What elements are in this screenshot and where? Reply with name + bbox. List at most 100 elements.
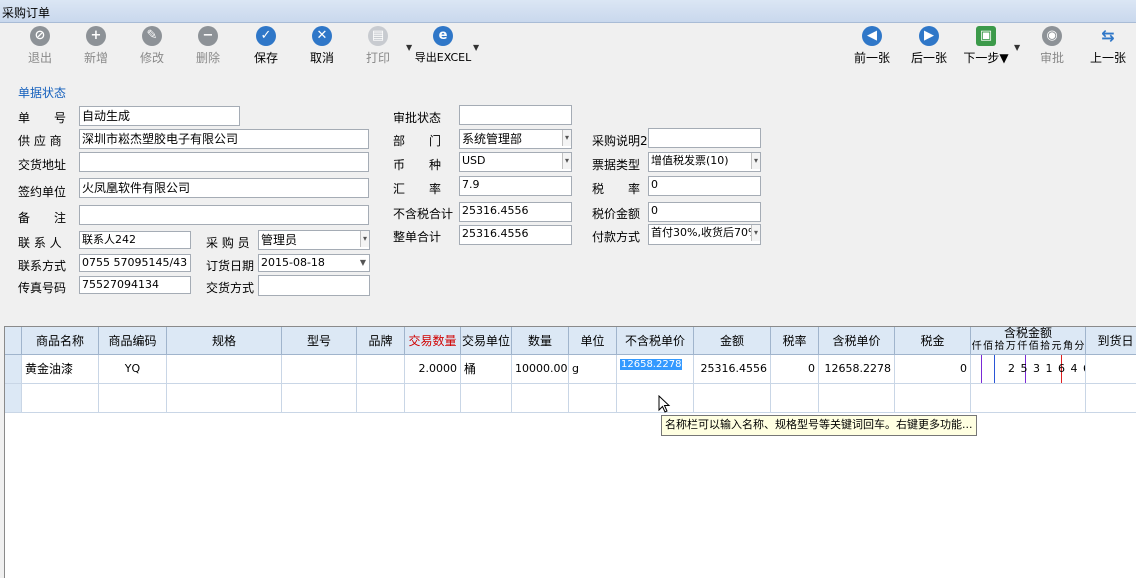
sign-unit-input[interactable]: 火凤凰软件有限公司 <box>79 178 369 198</box>
col-header-unit-price[interactable]: 不含税单价 <box>617 327 694 355</box>
fax-input[interactable]: 75527094134 <box>79 276 191 294</box>
purchase-note-label: 采购说明2 <box>592 134 648 148</box>
cell-empty[interactable] <box>617 384 694 413</box>
exit-button[interactable]: ⊘ 退出 <box>14 26 66 68</box>
edit-button[interactable]: ✎ 修改 <box>126 26 178 68</box>
cell-unit-price[interactable]: 12658.2278 <box>617 355 694 384</box>
arrow-right-icon: ▶ <box>919 26 939 46</box>
cell-empty[interactable] <box>405 384 461 413</box>
cell-tax-amount[interactable]: 2 5 3 1 6 4 6 <box>971 355 1086 384</box>
order-date-value: 2015-08-18 <box>261 256 325 269</box>
cell-empty[interactable] <box>771 384 819 413</box>
cell-name[interactable]: 黄金油漆 <box>22 355 99 384</box>
cell-trade-qty[interactable]: 2.0000 <box>405 355 461 384</box>
col-header-model[interactable]: 型号 <box>282 327 357 355</box>
digit-divider <box>994 355 995 383</box>
supplier-input[interactable]: 深圳市崧杰塑胶电子有限公司 <box>79 129 369 149</box>
col-header-tax[interactable]: 税金 <box>895 327 971 355</box>
col-header-code[interactable]: 商品编码 <box>99 327 167 355</box>
col-header-amount[interactable]: 金额 <box>694 327 771 355</box>
approve-button[interactable]: ◉ 审批 <box>1026 26 1078 68</box>
contact-method-input[interactable]: 0755 57095145/43 <box>79 254 191 272</box>
buyer-select[interactable]: 管理员 ▾ <box>258 230 370 250</box>
approve-status-input[interactable] <box>459 105 572 125</box>
col-header-tax-amount[interactable]: 含税金额 仟佰拾万仟佰拾元角分 <box>971 327 1086 355</box>
currency-select[interactable]: USD ▾ <box>459 152 572 172</box>
cell-empty[interactable] <box>99 384 167 413</box>
cell-empty[interactable] <box>22 384 99 413</box>
rate-input[interactable]: 7.9 <box>459 176 572 196</box>
payment-label: 付款方式 <box>592 230 641 244</box>
cell-qty[interactable]: 10000.00 <box>512 355 569 384</box>
remark-input[interactable] <box>79 205 369 225</box>
cell-model[interactable] <box>282 355 357 384</box>
prev-record-button[interactable]: ◀ 前一张 <box>846 26 898 68</box>
money-digit-header: 角 <box>1062 341 1073 352</box>
cell-trade-unit[interactable]: 桶 <box>461 355 512 384</box>
order-no-input[interactable]: 自动生成 <box>79 106 240 126</box>
export-dropdown-icon[interactable]: ▼ <box>473 43 479 52</box>
tax-rate-input[interactable]: 0 <box>648 176 761 196</box>
cell-arrival[interactable] <box>1086 355 1136 384</box>
new-button[interactable]: + 新增 <box>70 26 122 68</box>
cell-code[interactable]: YQ <box>99 355 167 384</box>
cell-tax[interactable]: 0 <box>895 355 971 384</box>
cell-tax-price[interactable]: 12658.2278 <box>819 355 895 384</box>
order-date-picker[interactable]: 2015-08-18 ▼ <box>258 254 370 272</box>
col-header-trade-qty[interactable]: 交易数量 <box>405 327 461 355</box>
cell-unit[interactable]: g <box>569 355 617 384</box>
cancel-button[interactable]: ✕ 取消 <box>296 26 348 68</box>
col-header-qty[interactable]: 数量 <box>512 327 569 355</box>
delivery-method-input[interactable] <box>258 275 370 296</box>
cell-empty[interactable] <box>694 384 771 413</box>
print-button[interactable]: ▤ 打印 <box>352 26 404 68</box>
money-digit-header: 万 <box>1005 341 1016 352</box>
cell-empty[interactable] <box>1086 384 1136 413</box>
untaxed-total-input[interactable]: 25316.4556 <box>459 202 572 222</box>
cell-empty[interactable] <box>895 384 971 413</box>
col-header-brand[interactable]: 品牌 <box>357 327 405 355</box>
next-record-button[interactable]: ▶ 后一张 <box>903 26 955 68</box>
row-header[interactable] <box>5 355 22 384</box>
currency-value: USD <box>462 154 486 167</box>
payment-select[interactable]: 首付30%,收货后70% ▾ <box>648 224 761 245</box>
row-header[interactable] <box>5 384 22 413</box>
tax-amount-digits: 2 5 3 1 6 4 6 <box>1008 362 1086 375</box>
up-record-button[interactable]: ⇆ 上一张 <box>1082 26 1134 68</box>
col-header-spec[interactable]: 规格 <box>167 327 282 355</box>
delivery-address-input[interactable] <box>79 152 369 172</box>
cell-spec[interactable] <box>167 355 282 384</box>
dept-select[interactable]: 系统管理部 ▾ <box>459 129 572 149</box>
cell-empty[interactable] <box>461 384 512 413</box>
contact-input[interactable]: 联系人242 <box>79 231 191 249</box>
cell-empty[interactable] <box>971 384 1086 413</box>
export-excel-button[interactable]: e 导出EXCEL <box>412 26 474 68</box>
cell-tax-rate[interactable]: 0 <box>771 355 819 384</box>
cell-unit-price-selected[interactable]: 12658.2278 <box>620 359 683 370</box>
invoice-type-select[interactable]: 增值税发票(10) ▾ <box>648 152 761 172</box>
cell-amount[interactable]: 25316.4556 <box>694 355 771 384</box>
cell-empty[interactable] <box>357 384 405 413</box>
save-button[interactable]: ✓ 保存 <box>240 26 292 68</box>
tax-amount-input[interactable]: 0 <box>648 202 761 222</box>
next-step-dropdown-icon[interactable]: ▼ <box>1014 43 1020 52</box>
col-header-arrival[interactable]: 到货日 <box>1086 327 1136 355</box>
cell-empty[interactable] <box>282 384 357 413</box>
cell-brand[interactable] <box>357 355 405 384</box>
cell-empty[interactable] <box>569 384 617 413</box>
invoice-type-label: 票据类型 <box>592 158 641 172</box>
next-step-button[interactable]: ▣ 下一步▼ <box>958 26 1014 68</box>
purchase-note-input[interactable] <box>648 128 761 148</box>
money-digit-header: 佰 <box>983 341 994 352</box>
col-header-trade-unit[interactable]: 交易单位 <box>461 327 512 355</box>
delete-button[interactable]: − 删除 <box>182 26 234 68</box>
total-input[interactable]: 25316.4556 <box>459 225 572 245</box>
plus-icon: + <box>86 26 106 46</box>
cell-empty[interactable] <box>819 384 895 413</box>
cell-empty[interactable] <box>167 384 282 413</box>
col-header-name[interactable]: 商品名称 <box>22 327 99 355</box>
cell-empty[interactable] <box>512 384 569 413</box>
col-header-tax-price[interactable]: 含税单价 <box>819 327 895 355</box>
col-header-tax-rate[interactable]: 税率 <box>771 327 819 355</box>
col-header-unit[interactable]: 单位 <box>569 327 617 355</box>
